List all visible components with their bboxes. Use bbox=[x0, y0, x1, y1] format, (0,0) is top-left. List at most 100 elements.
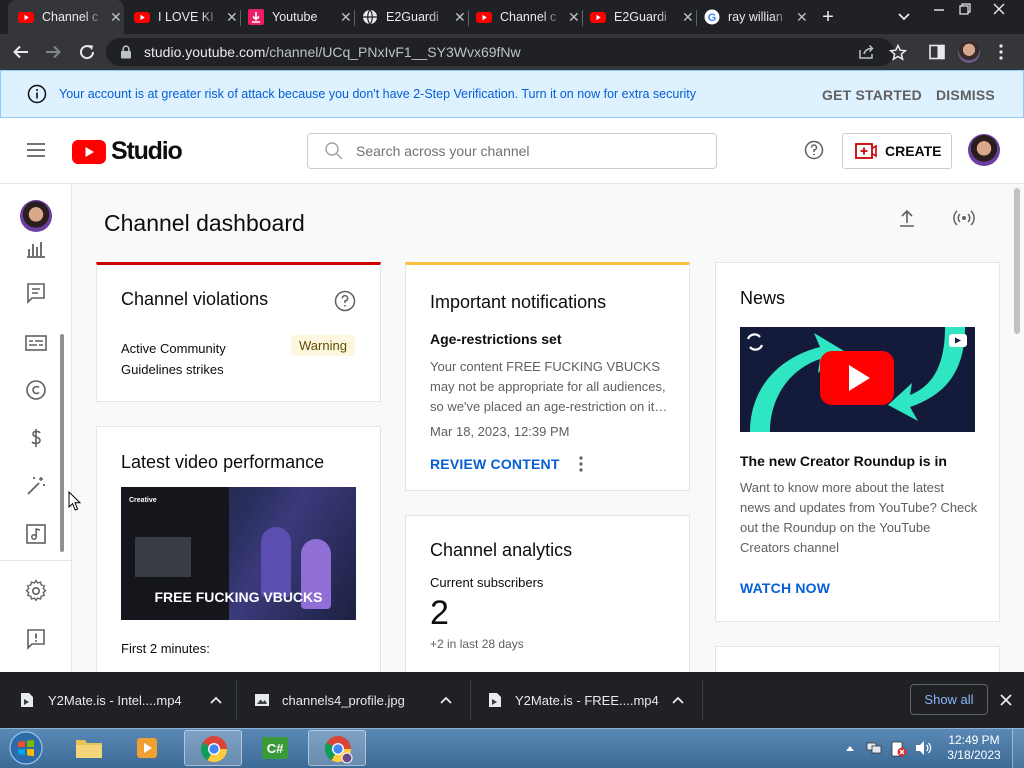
subtitles-icon[interactable] bbox=[24, 331, 48, 355]
svg-text:C#: C# bbox=[267, 741, 284, 756]
system-clock[interactable]: 12:49 PM 3/18/2023 bbox=[940, 733, 1008, 763]
show-desktop-button[interactable] bbox=[1012, 729, 1024, 768]
back-arrow-icon[interactable] bbox=[12, 43, 30, 61]
copyright-icon[interactable] bbox=[24, 378, 48, 402]
dismiss-button[interactable]: DISMISS bbox=[936, 87, 995, 103]
get-started-button[interactable]: GET STARTED bbox=[822, 87, 922, 103]
channel-avatar[interactable] bbox=[20, 200, 52, 232]
forward-arrow-icon[interactable] bbox=[44, 43, 62, 61]
browser-tab[interactable]: I LOVE KI ✕ bbox=[124, 0, 240, 34]
close-tab-icon[interactable]: ✕ bbox=[110, 9, 122, 26]
create-button[interactable]: CREATE bbox=[842, 133, 952, 169]
send-feedback-icon[interactable] bbox=[24, 627, 48, 651]
side-panel-icon[interactable] bbox=[929, 44, 945, 60]
tray-chevron-up-icon[interactable] bbox=[845, 744, 855, 752]
browser-tab[interactable]: Channel c ✕ bbox=[466, 0, 582, 34]
subscribers-label: Current subscribers bbox=[430, 575, 544, 590]
share-icon[interactable] bbox=[858, 44, 876, 60]
reload-icon[interactable] bbox=[77, 42, 97, 62]
action-center-tray-icon[interactable] bbox=[890, 740, 908, 758]
comments-icon[interactable] bbox=[24, 281, 48, 305]
audio-library-icon[interactable] bbox=[24, 522, 48, 546]
notifications-title: Important notifications bbox=[430, 292, 607, 312]
go-live-icon[interactable] bbox=[952, 208, 976, 228]
help-circle-icon[interactable] bbox=[334, 290, 356, 312]
analytics-icon[interactable] bbox=[24, 236, 48, 260]
bookmark-star-icon[interactable] bbox=[889, 44, 907, 61]
close-tab-icon[interactable]: ✕ bbox=[682, 9, 694, 26]
address-bar[interactable]: studio.youtube.com/channel/UCq_PNxIvF1__… bbox=[106, 38, 894, 66]
close-downloads-icon[interactable] bbox=[1000, 694, 1012, 706]
media-player-icon bbox=[137, 738, 157, 758]
news-body-line1: Want to know more about the latest bbox=[740, 480, 945, 495]
news-body-line3: out the Roundup on the YouTube bbox=[740, 520, 931, 535]
folder-icon bbox=[76, 740, 102, 758]
chevron-up-icon[interactable] bbox=[672, 696, 684, 704]
download-item[interactable]: channels4_profile.jpg bbox=[254, 672, 464, 728]
sidebar-divider bbox=[0, 560, 72, 561]
taskbar-media-player-button[interactable] bbox=[120, 730, 178, 766]
chrome-icon bbox=[200, 736, 228, 763]
new-tab-icon[interactable]: + bbox=[818, 6, 838, 28]
channel-search-box[interactable] bbox=[307, 133, 717, 169]
taskbar-chrome-profile-button[interactable] bbox=[308, 730, 366, 766]
browser-profile-avatar[interactable] bbox=[958, 41, 980, 63]
browser-tab[interactable]: G ray willian ✕ bbox=[694, 0, 810, 34]
close-tab-icon[interactable]: ✕ bbox=[568, 9, 580, 26]
tab-search-chevron-icon[interactable] bbox=[898, 12, 910, 22]
close-tab-icon[interactable]: ✕ bbox=[796, 9, 808, 26]
taskbar-explorer-button[interactable] bbox=[60, 730, 118, 766]
thumbnail-overlay-title: Creative bbox=[129, 497, 157, 504]
video-thumbnail[interactable]: Creative FREE FUCKING VBUCKS bbox=[121, 487, 356, 620]
download-filename: channels4_profile.jpg bbox=[282, 692, 405, 708]
latest-video-title: Latest video performance bbox=[121, 452, 325, 472]
download-filename: Y2Mate.is - FREE....mp4 bbox=[515, 692, 659, 708]
violations-label-line2: Guidelines strikes bbox=[121, 362, 224, 377]
restore-window-icon[interactable] bbox=[958, 2, 972, 16]
globe-favicon-icon bbox=[363, 9, 377, 25]
start-button[interactable] bbox=[6, 730, 46, 766]
close-tab-icon[interactable]: ✕ bbox=[226, 9, 238, 26]
chevron-up-icon[interactable] bbox=[440, 696, 452, 704]
taskbar-chrome-button[interactable] bbox=[184, 730, 242, 766]
more-options-icon[interactable] bbox=[578, 455, 584, 473]
browser-tab-channel-active[interactable]: Channel c ✕ bbox=[8, 0, 124, 34]
subscriber-change: +2 in last 28 days bbox=[430, 637, 524, 651]
news-title: News bbox=[740, 288, 786, 308]
main-scrollbar[interactable] bbox=[1014, 188, 1020, 334]
download-item[interactable]: Y2Mate.is - FREE....mp4 bbox=[488, 672, 690, 728]
close-tab-icon[interactable]: ✕ bbox=[454, 9, 466, 26]
browser-menu-icon[interactable] bbox=[998, 44, 1004, 60]
network-tray-icon[interactable] bbox=[866, 740, 882, 756]
help-icon[interactable] bbox=[804, 140, 824, 160]
sidebar-scrollbar[interactable] bbox=[60, 334, 64, 552]
account-avatar[interactable] bbox=[968, 134, 1000, 166]
minimize-window-icon[interactable] bbox=[932, 4, 946, 14]
settings-gear-icon[interactable] bbox=[24, 579, 48, 603]
lock-icon[interactable] bbox=[120, 45, 132, 59]
volume-tray-icon[interactable] bbox=[914, 740, 932, 756]
upload-icon[interactable] bbox=[898, 208, 916, 228]
download-item[interactable]: Y2Mate.is - Intel....mp4 bbox=[20, 672, 230, 728]
customization-wand-icon[interactable] bbox=[24, 474, 48, 498]
watch-now-button[interactable]: WATCH NOW bbox=[740, 580, 830, 596]
url-path: /channel/UCq_PNxIvF1__SY3Wvx69fNw bbox=[265, 44, 521, 60]
show-all-button[interactable]: Show all bbox=[910, 684, 988, 715]
youtube-logo-icon bbox=[72, 139, 106, 164]
browser-tab[interactable]: E2Guardi ✕ bbox=[580, 0, 696, 34]
notification-body-line3: so we've placed an age-restriction on it… bbox=[430, 399, 668, 414]
close-tab-icon[interactable]: ✕ bbox=[340, 9, 352, 26]
notification-date: Mar 18, 2023, 12:39 PM bbox=[430, 424, 570, 439]
studio-logo[interactable]: Studio bbox=[72, 137, 183, 166]
search-input[interactable] bbox=[356, 143, 686, 159]
taskbar-csharp-button[interactable]: C# bbox=[246, 730, 304, 766]
browser-tab[interactable]: E2Guardi ✕ bbox=[352, 0, 468, 34]
chevron-up-icon[interactable] bbox=[210, 696, 222, 704]
hamburger-menu-icon[interactable] bbox=[26, 142, 46, 158]
close-window-icon[interactable] bbox=[992, 2, 1006, 16]
browser-tab[interactable]: Youtube ✕ bbox=[238, 0, 354, 34]
news-thumbnail[interactable] bbox=[740, 327, 975, 432]
security-banner: Your account is at greater risk of attac… bbox=[0, 70, 1024, 118]
review-content-button[interactable]: REVIEW CONTENT bbox=[430, 456, 560, 472]
earn-dollar-icon[interactable] bbox=[24, 426, 48, 450]
